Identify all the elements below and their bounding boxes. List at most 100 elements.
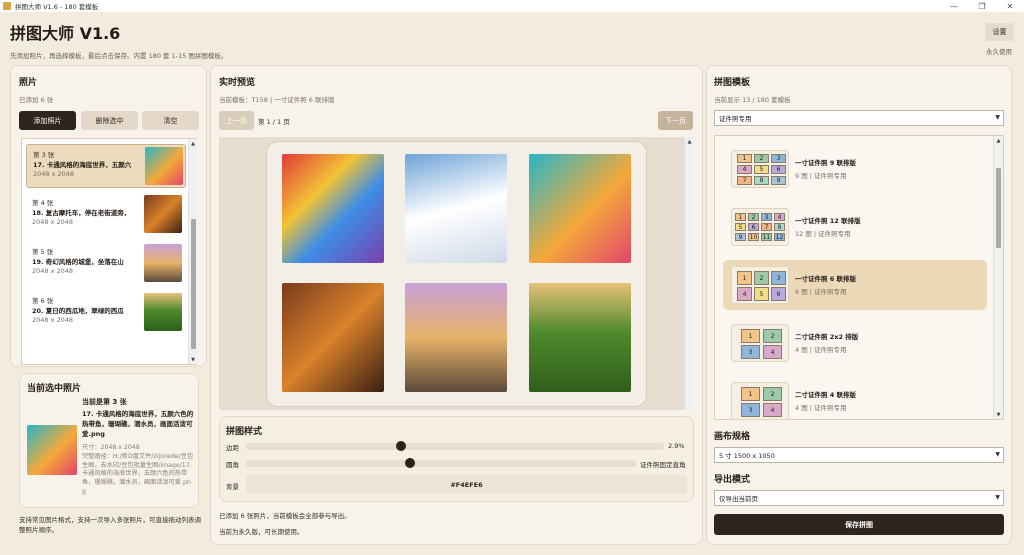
license-label: 永久使用 [986,48,1012,56]
radius-label: 圆角 [226,461,239,469]
app-header: 拼图大师 V1.6 先添加照片，再选择模板，最后点击保存。内置 180 套 1-… [10,20,227,60]
template-name: 一寸证件照 12 联排版 [795,217,861,225]
template-list[interactable]: 1 2 3 4 5 6 7 8 9 一寸证件照 9 联排版 9 图 | 证件照专… [714,135,1004,420]
template-desc: 4 图 | 证件照专用 [795,404,847,412]
photo-thumbnail [144,244,182,282]
status-line-2: 当前为永久版，可长期使用。 [219,528,304,536]
canvas-size-value: 5 寸 1500 x 1050 [719,452,775,460]
template-thumbnail: 1 2 3 4 5 6 7 8 9 [731,150,789,188]
template-desc: 4 图 | 证件照专用 [795,346,847,354]
selected-photo-thumbnail [27,425,77,475]
photos-title: 照片 [19,78,38,88]
close-icon[interactable]: ✕ [996,0,1024,12]
preview-scrollbar[interactable]: ▲ [684,137,694,410]
app-subtitle: 先添加照片，再选择模板，最后点击保存。内置 180 套 1-15 图拼图模板。 [10,52,228,60]
photo-size: 2048 x 2048 [32,316,74,324]
template-filter-select[interactable]: 证件照专用 ▼ [714,110,1004,126]
window-title: 拼图大师 V1.6 - 180 套模板 [15,3,99,11]
photo-list[interactable]: 第 3 张 17. 卡通风格的海底世界，五颜六 2048 x 2048 第 4 … [21,138,197,365]
scroll-up-icon[interactable]: ▲ [189,139,197,148]
next-page-button[interactable]: 下一页 [658,111,693,130]
margin-slider-knob[interactable] [395,441,406,451]
photo-size: 2048 x 2048 [33,170,75,178]
collage-tile [282,283,384,392]
maximize-icon[interactable]: ❐ [968,0,996,12]
photo-name: 17. 卡通风格的海底世界，五颜六 [33,161,132,169]
preview-title: 实时预览 [219,78,256,88]
collage-tile [529,154,631,263]
template-name: 二寸证件照 4 联排版 [795,391,857,399]
templates-title: 拼图模板 [714,78,751,88]
list-item[interactable]: 第 4 张 18. 复古摩托车，停在老街道旁， 2048 x 2048 [26,193,186,237]
template-card[interactable]: 1 2 3 4 5 6 7 8 9 一寸证件照 9 联排版 9 图 | 证件照专… [723,144,987,194]
template-card[interactable]: 1 2 3 4 5 6 7 8 9 10 11 12 一寸证件照 12 联排版 … [723,202,987,252]
template-thumbnail: 1 2 3 4 [731,324,789,362]
margin-label: 边距 [226,444,239,452]
settings-button[interactable]: 设置 [985,23,1014,41]
radius-value: 证件照固定直角 [640,461,686,469]
template-list-scrollbar[interactable]: ▲ ▼ [993,136,1003,419]
background-color-swatch[interactable]: #F4EFE6 [246,475,687,494]
delete-selected-button[interactable]: 删除选中 [81,111,138,130]
export-mode-value: 仅导出当前页 [719,495,758,503]
scroll-down-icon[interactable]: ▼ [189,355,197,364]
save-collage-button[interactable]: 保存拼图 [714,514,1004,535]
template-filter-value: 证件照专用 [719,115,752,123]
clear-button[interactable]: 清空 [142,111,199,130]
template-desc: 6 图 | 证件照专用 [795,288,847,296]
selected-photo-size: 尺寸：2048 x 2048 [82,444,140,451]
selected-photo-title: 当前选中照片 [27,384,82,394]
app-icon [3,2,11,10]
scroll-thumb[interactable] [996,168,1001,248]
template-desc: 9 图 | 证件照专用 [795,172,847,180]
add-photos-button[interactable]: 添加照片 [19,111,76,130]
photo-size: 2048 x 2048 [32,267,74,275]
photo-index: 第 5 张 [32,248,54,256]
export-mode-select[interactable]: 仅导出当前页 ▼ [714,490,1004,506]
list-item[interactable]: 第 5 张 19. 奇幻风格的城堡，坐落在山 2048 x 2048 [26,242,186,286]
template-thumbnail: 1 2 3 4 [731,382,789,420]
collage-tile [405,283,507,392]
template-card[interactable]: 1 2 3 4 二寸证件照 4 联排版 4 图 | 证件照专用 [723,376,987,426]
collage-tile [529,283,631,392]
style-title: 拼图样式 [226,427,263,437]
templates-count: 当前显示 13 / 180 套模板 [714,96,791,104]
template-card-selected[interactable]: 1 2 3 4 5 6 一寸证件照 6 联排版 6 图 | 证件照专用 [723,260,987,310]
photo-index: 第 3 张 [33,151,55,159]
app-title: 拼图大师 V1.6 [10,24,121,43]
list-item[interactable]: 第 3 张 17. 卡通风格的海底世界，五颜六 2048 x 2048 [26,144,186,188]
window-titlebar: 拼图大师 V1.6 - 180 套模板 [0,0,1024,12]
minimize-icon[interactable]: — [940,0,968,12]
photo-thumbnail [144,293,182,331]
margin-slider[interactable] [246,443,664,450]
scroll-up-icon[interactable]: ▲ [994,136,1003,145]
background-label: 背景 [226,483,239,491]
photo-index: 第 6 张 [32,297,54,305]
margin-value: 2.9% [668,442,685,450]
scroll-down-icon[interactable]: ▼ [994,410,1003,419]
template-card[interactable]: 1 2 3 4 二寸证件照 2x2 排版 4 图 | 证件照专用 [723,318,987,368]
photo-index: 第 4 张 [32,199,54,207]
template-thumbnail: 1 2 3 4 5 6 7 8 9 10 11 12 [731,208,789,246]
prev-page-button[interactable]: 上一页 [219,111,254,130]
template-thumbnail: 1 2 3 4 5 6 [731,266,789,304]
radius-slider[interactable] [246,460,636,467]
photo-name: 20. 夏日的西瓜地，翠绿的西瓜 [32,307,124,315]
list-item[interactable]: 第 6 张 20. 夏日的西瓜地，翠绿的西瓜 2048 x 2048 [26,291,186,335]
photo-name: 18. 复古摩托车，停在老街道旁， [32,209,131,217]
radius-slider-knob[interactable] [404,458,415,468]
scroll-thumb[interactable] [191,219,196,349]
canvas-size-select[interactable]: 5 寸 1500 x 1050 ▼ [714,447,1004,463]
selected-photo-index: 当前是第 3 张 [82,398,127,406]
usage-tip: 支持常见图片格式，支持一次导入多张照片，可直接拖动列表调整照片顺序。 [19,516,201,534]
photo-name: 19. 奇幻风格的城堡，坐落在山 [32,258,124,266]
export-mode-title: 导出模式 [714,475,751,485]
selected-photo-name: 17. 卡通风格的海底世界，五颜六色的热带鱼，珊瑚礁，潜水员，画面活泼可爱.pn… [82,410,194,438]
photos-count: 已添加 6 张 [19,96,54,104]
scroll-up-icon[interactable]: ▲ [685,137,694,146]
canvas-size-title: 画布规格 [714,432,751,442]
current-template-info: 当前模板：T158 | 一寸证件照 6 联排版 [219,96,335,104]
chevron-down-icon: ▼ [995,114,1000,121]
photo-list-scrollbar[interactable]: ▲ ▼ [188,139,197,364]
photo-thumbnail [145,147,183,185]
